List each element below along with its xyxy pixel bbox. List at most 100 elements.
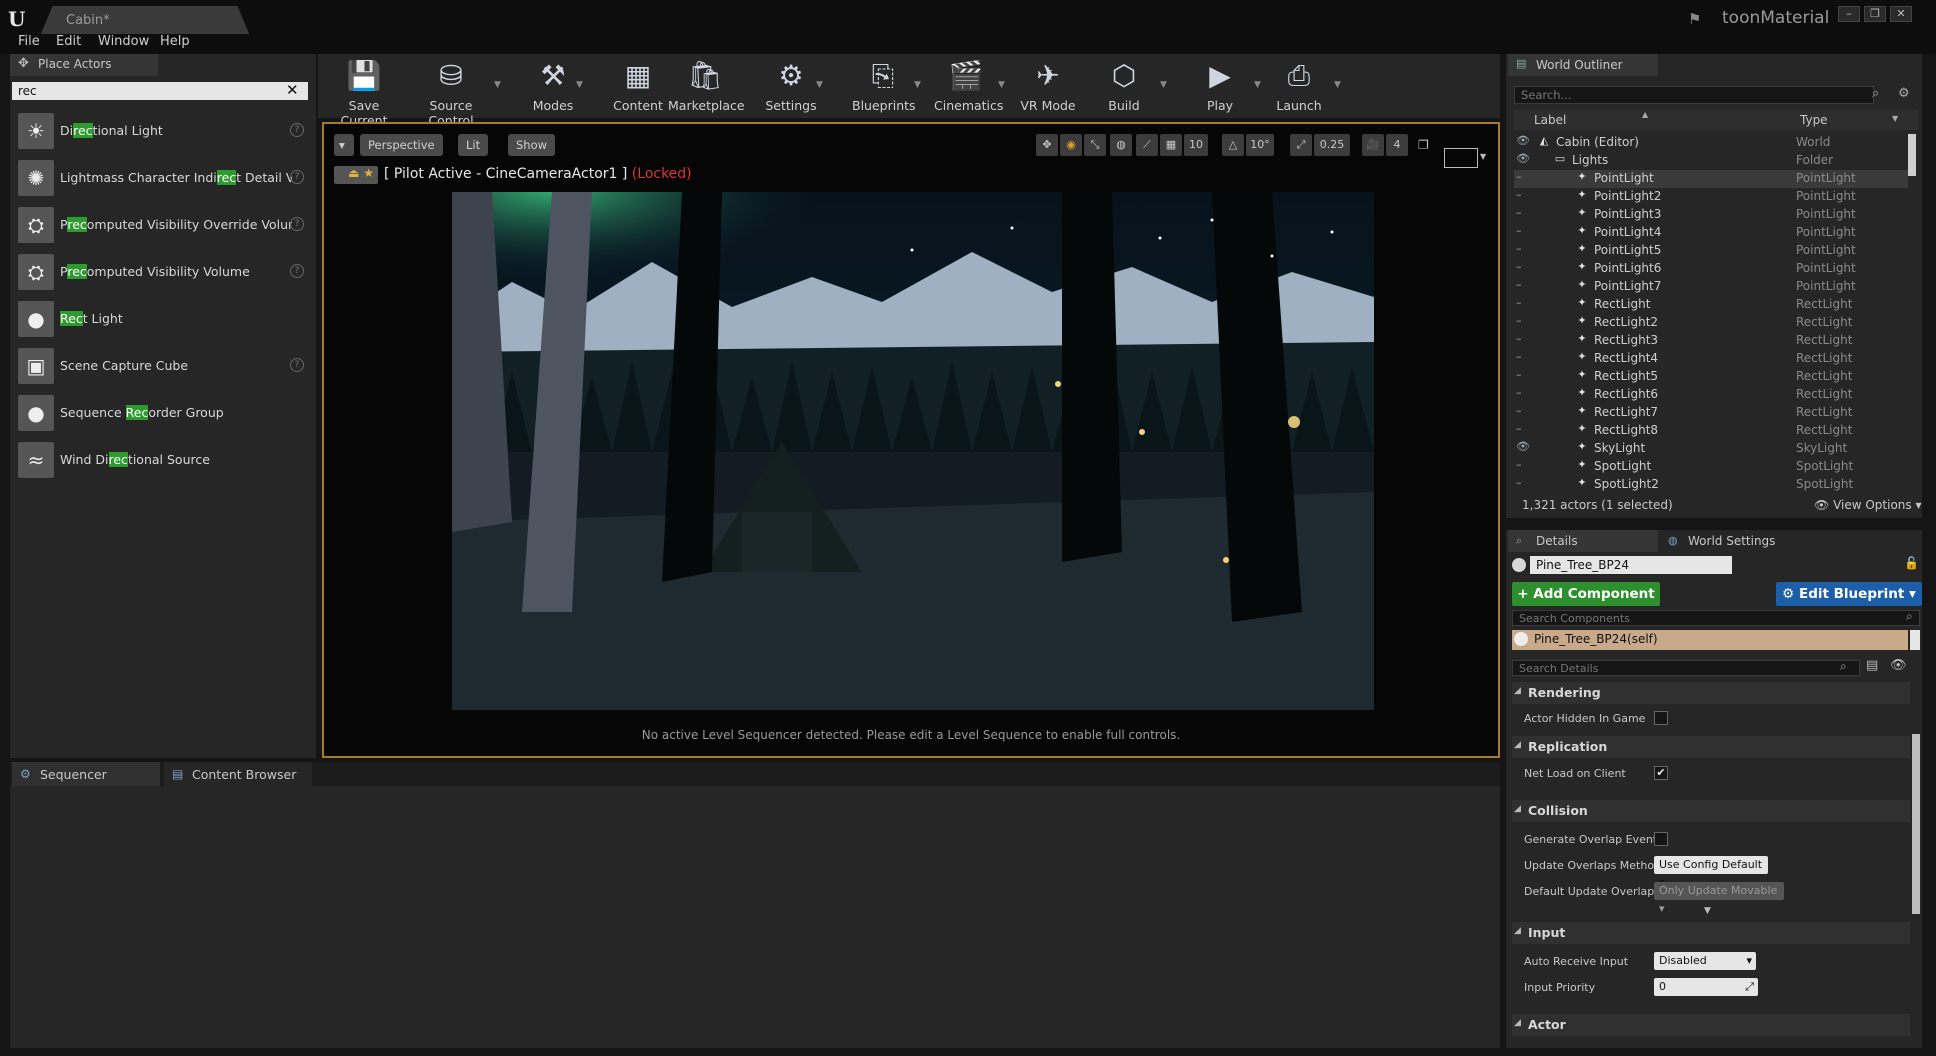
scale-snap-icon[interactable]: ⤢ bbox=[1290, 134, 1312, 156]
details-scrollbar[interactable] bbox=[1912, 734, 1920, 914]
add-component-button[interactable]: + Add Component ▾ bbox=[1512, 582, 1660, 626]
outliner-settings-icon[interactable]: ⚙ bbox=[1898, 86, 1910, 101]
actor-item[interactable]: ☀ Directional Light? bbox=[16, 110, 310, 152]
rotation-snap-icon[interactable]: △ bbox=[1222, 134, 1244, 156]
generate-overlap-checkbox[interactable] bbox=[1654, 832, 1668, 846]
blueprints-button[interactable]: ⎘ Blueprints bbox=[852, 58, 916, 116]
outliner-row[interactable]: – ✦ SpotLight SpotLight bbox=[1514, 458, 1908, 476]
outliner-row[interactable]: 👁 ▭ Lights Folder bbox=[1514, 152, 1908, 170]
play-dropdown-icon[interactable]: ▼ bbox=[1254, 80, 1261, 90]
grid-size-value[interactable]: 10 bbox=[1184, 134, 1208, 156]
close-button[interactable]: ✕ bbox=[1890, 6, 1912, 22]
source-control-button[interactable]: ⛁ Source Control bbox=[408, 58, 494, 128]
default-update-combo[interactable]: Only Update Movable ▾ bbox=[1654, 882, 1784, 915]
scale-snap-value[interactable]: 0.25 bbox=[1314, 134, 1350, 156]
outliner-row[interactable]: – ✦ PointLight2 PointLight bbox=[1514, 188, 1908, 206]
place-actors-tab[interactable]: Place Actors bbox=[10, 54, 158, 76]
visibility-eye-icon[interactable]: – bbox=[1516, 368, 1532, 381]
rotate-mode-icon[interactable]: ◉ bbox=[1060, 134, 1082, 156]
visibility-eye-icon[interactable]: – bbox=[1516, 458, 1532, 471]
column-label[interactable]: Label bbox=[1534, 113, 1566, 127]
scene-render[interactable] bbox=[452, 192, 1374, 710]
layout-dropdown-icon[interactable]: ▼ bbox=[1480, 152, 1486, 161]
rotation-snap-value[interactable]: 10° bbox=[1246, 134, 1274, 156]
help-icon[interactable]: ? bbox=[290, 217, 304, 231]
visibility-eye-icon[interactable]: – bbox=[1516, 476, 1532, 489]
layout-icon[interactable] bbox=[1444, 148, 1478, 168]
visibility-eye-icon[interactable]: – bbox=[1516, 296, 1532, 309]
help-icon[interactable]: ? bbox=[290, 123, 304, 137]
category-rendering[interactable]: ◢ Rendering bbox=[1512, 682, 1910, 704]
actor-hidden-checkbox[interactable] bbox=[1654, 711, 1668, 725]
menu-help[interactable]: Help bbox=[160, 34, 190, 49]
visibility-eye-icon[interactable]: – bbox=[1516, 260, 1532, 273]
place-actors-search-input[interactable] bbox=[12, 82, 308, 100]
outliner-row[interactable]: – ✦ RectLight7 RectLight bbox=[1514, 404, 1908, 422]
advanced-expand-icon[interactable]: ▼ bbox=[1704, 906, 1711, 916]
settings-dropdown-icon[interactable]: ▼ bbox=[816, 80, 823, 90]
modes-dropdown-icon[interactable]: ▼ bbox=[576, 80, 583, 90]
actor-item[interactable]: ⛭ Precomputed Visibility Volume? bbox=[16, 251, 310, 293]
details-tab[interactable]: Details bbox=[1508, 530, 1658, 552]
scale-mode-icon[interactable]: ⤡ bbox=[1084, 134, 1106, 156]
auto-receive-combo[interactable]: Disabled ▾ bbox=[1654, 952, 1756, 970]
net-load-checkbox[interactable]: ✔ bbox=[1654, 766, 1668, 780]
viewport-options-button[interactable]: ▾ bbox=[334, 134, 354, 156]
visibility-eye-icon[interactable]: 👁 bbox=[1516, 134, 1532, 147]
show-button[interactable]: Show bbox=[508, 134, 556, 156]
outliner-row[interactable]: 👁 ◭ Cabin (Editor) World bbox=[1514, 134, 1908, 152]
outliner-search-input[interactable] bbox=[1514, 86, 1874, 104]
actor-item[interactable]: ≈ Wind Directional Source bbox=[16, 439, 310, 481]
outliner-row[interactable]: – ✦ RectLight5 RectLight bbox=[1514, 368, 1908, 386]
outliner-row[interactable]: – ✦ RectLight3 RectLight bbox=[1514, 332, 1908, 350]
outliner-row[interactable]: 👁 ✦ SkyLight SkyLight bbox=[1514, 440, 1908, 458]
source-control-dropdown-icon[interactable]: ▼ bbox=[494, 80, 501, 90]
visibility-eye-icon[interactable]: 👁 bbox=[1516, 440, 1532, 453]
category-input[interactable]: ◢ Input bbox=[1512, 922, 1910, 944]
visibility-eye-icon[interactable]: 👁 bbox=[1890, 658, 1907, 673]
launch-dropdown-icon[interactable]: ▼ bbox=[1334, 80, 1341, 90]
vr-mode-button[interactable]: ✈ VR Mode bbox=[1020, 58, 1076, 116]
tab-sequencer[interactable]: ⚙ Sequencer bbox=[12, 762, 160, 786]
search-details-input[interactable] bbox=[1512, 660, 1860, 676]
actor-item[interactable]: ✺ Lightmass Character Indirect Detail Vol… bbox=[16, 157, 310, 199]
launch-button[interactable]: ⎙ Launch bbox=[1272, 58, 1326, 116]
tab-content-browser[interactable]: ▤ Content Browser bbox=[164, 762, 312, 786]
help-icon[interactable]: ? bbox=[290, 358, 304, 372]
restore-viewport-icon[interactable]: ❐ bbox=[1418, 138, 1429, 152]
category-actor[interactable]: ◢ Actor bbox=[1512, 1014, 1910, 1036]
outliner-row[interactable]: – ✦ RectLight2 RectLight bbox=[1514, 314, 1908, 332]
minimize-button[interactable]: – bbox=[1838, 6, 1860, 22]
outliner-row[interactable]: – ✦ PointLight7 PointLight bbox=[1514, 278, 1908, 296]
cinematics-dropdown-icon[interactable]: ▼ bbox=[998, 80, 1005, 90]
world-outliner-tab[interactable]: World Outliner bbox=[1508, 54, 1658, 76]
eject-pilot-icon[interactable]: ⏏ ★ bbox=[334, 166, 378, 184]
outliner-row[interactable]: – ✦ PointLight5 PointLight bbox=[1514, 242, 1908, 260]
edit-blueprint-button[interactable]: ⚙ Edit Blueprint ▾ bbox=[1776, 582, 1922, 606]
content-button[interactable]: ▦ Content bbox=[612, 58, 664, 116]
outliner-row[interactable]: – ✦ SpotLight2 SpotLight bbox=[1514, 476, 1908, 494]
modes-button[interactable]: ⚒ Modes bbox=[528, 58, 578, 116]
outliner-row[interactable]: – ✦ PointLight PointLight bbox=[1514, 170, 1908, 188]
outliner-row[interactable]: – ✦ PointLight6 PointLight bbox=[1514, 260, 1908, 278]
visibility-eye-icon[interactable]: – bbox=[1516, 350, 1532, 363]
outliner-row[interactable]: – ✦ RectLight6 RectLight bbox=[1514, 386, 1908, 404]
visibility-eye-icon[interactable]: – bbox=[1516, 278, 1532, 291]
outliner-row[interactable]: – ✦ PointLight4 PointLight bbox=[1514, 224, 1908, 242]
build-button[interactable]: ⬡ Build bbox=[1098, 58, 1150, 116]
search-components-input[interactable] bbox=[1512, 610, 1920, 626]
visibility-eye-icon[interactable]: – bbox=[1516, 314, 1532, 327]
camera-speed-icon[interactable]: 🎥 bbox=[1362, 134, 1384, 156]
outliner-scrollbar[interactable] bbox=[1908, 134, 1916, 176]
menu-edit[interactable]: Edit bbox=[56, 34, 81, 49]
settings-button[interactable]: ⚙ Settings bbox=[764, 58, 818, 116]
menu-window[interactable]: Window bbox=[98, 34, 149, 49]
world-settings-tab[interactable]: World Settings bbox=[1664, 530, 1814, 552]
camera-speed-value[interactable]: 4 bbox=[1386, 134, 1408, 156]
blueprints-dropdown-icon[interactable]: ▼ bbox=[914, 80, 921, 90]
visibility-eye-icon[interactable]: – bbox=[1516, 422, 1532, 435]
actor-item[interactable]: ● Sequence Recorder Group bbox=[16, 392, 310, 434]
grid-snap-icon[interactable]: ▦ bbox=[1160, 134, 1182, 156]
category-replication[interactable]: ◢ Replication bbox=[1512, 736, 1910, 758]
input-priority-field[interactable]: 0 ⤢ bbox=[1654, 978, 1758, 996]
